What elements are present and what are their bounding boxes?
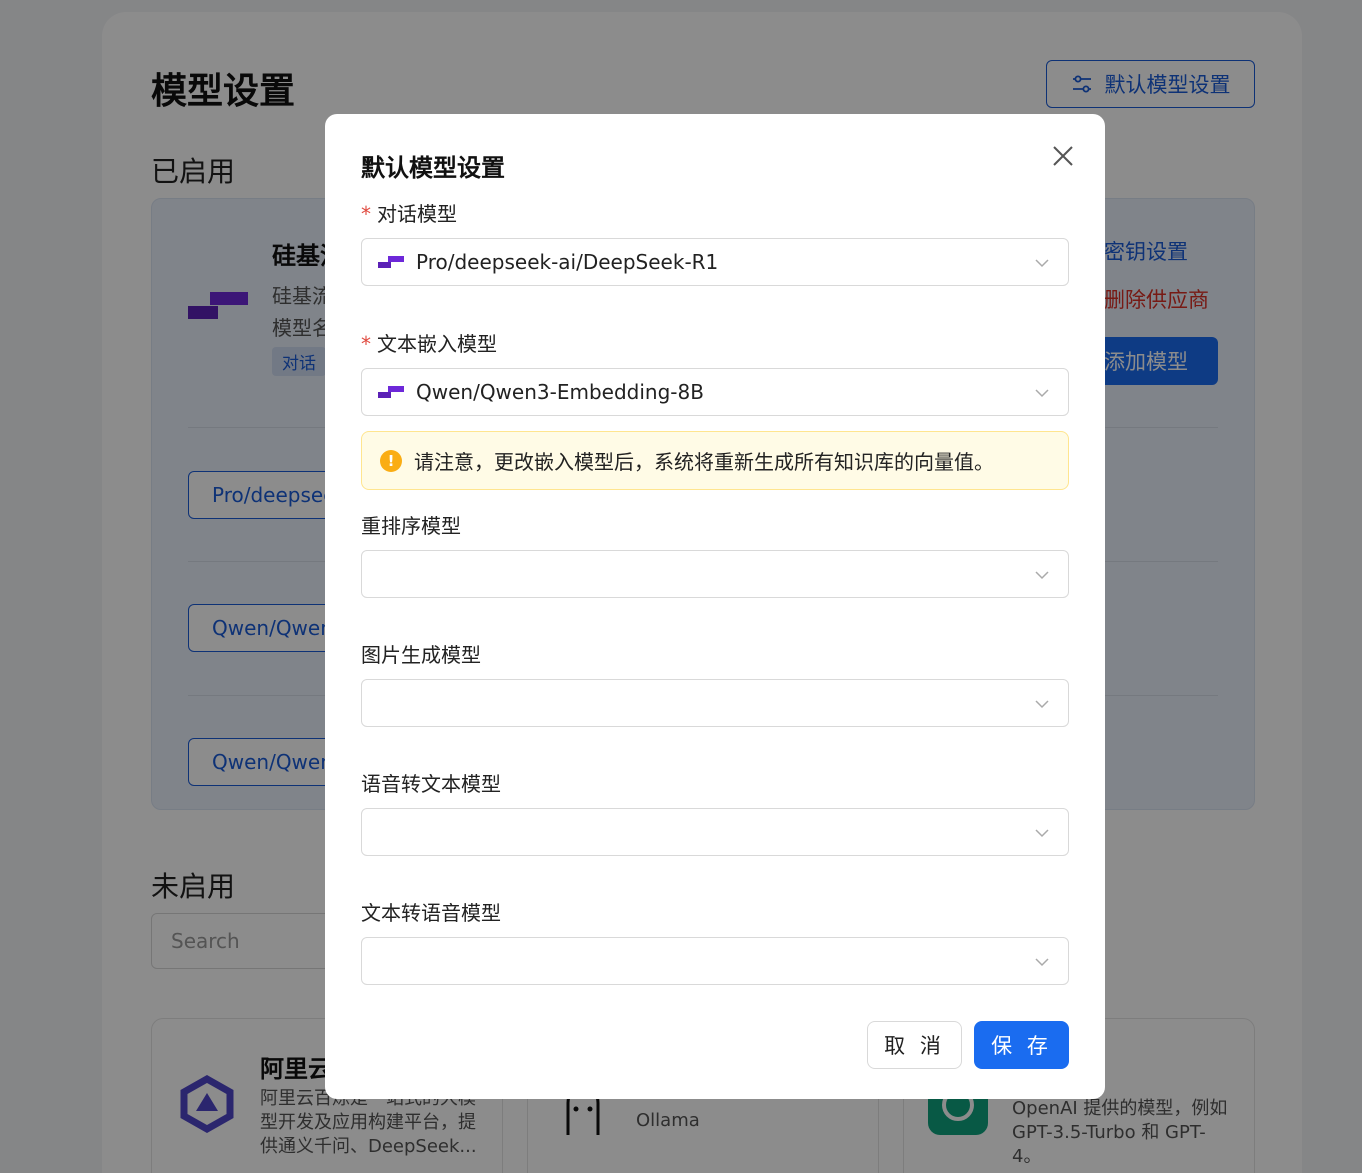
embedding-model-select[interactable]: Qwen/Qwen3-Embedding-8B — [361, 368, 1069, 416]
dialog-title: 默认模型设置 — [361, 154, 505, 182]
image-model-label: 图片生成模型 — [361, 643, 481, 667]
chevron-down-icon — [1035, 958, 1049, 967]
chevron-down-icon — [1035, 829, 1049, 838]
embedding-warning-alert: ! 请注意，更改嵌入模型后，系统将重新生成所有知识库的向量值。 — [361, 431, 1069, 490]
tts-model-select[interactable] — [361, 937, 1069, 985]
warning-text: 请注意，更改嵌入模型后，系统将重新生成所有知识库的向量值。 — [414, 450, 994, 474]
default-model-settings-dialog: 默认模型设置 * 对话模型 Pro/deepseek-ai/DeepSeek-R1… — [325, 114, 1105, 1099]
chevron-down-icon — [1035, 571, 1049, 580]
embedding-model-value: Qwen/Qwen3-Embedding-8B — [416, 380, 704, 404]
embedding-model-label-text: 文本嵌入模型 — [377, 332, 497, 356]
required-mark: * — [361, 202, 371, 226]
chevron-down-icon — [1035, 700, 1049, 709]
embedding-model-label: * 文本嵌入模型 — [361, 328, 497, 357]
chat-model-label: * 对话模型 — [361, 198, 457, 227]
rerank-model-select[interactable] — [361, 550, 1069, 598]
chat-model-select[interactable]: Pro/deepseek-ai/DeepSeek-R1 — [361, 238, 1069, 286]
chevron-down-icon — [1035, 389, 1049, 398]
warning-icon: ! — [380, 449, 402, 472]
chat-model-label-text: 对话模型 — [377, 202, 457, 226]
siliconflow-logo-icon — [378, 256, 404, 268]
siliconflow-logo-icon — [378, 386, 404, 398]
tts-model-label: 文本转语音模型 — [361, 901, 501, 925]
close-icon[interactable] — [1049, 142, 1077, 170]
chat-model-value: Pro/deepseek-ai/DeepSeek-R1 — [416, 250, 719, 274]
cancel-button[interactable]: 取 消 — [867, 1021, 962, 1069]
stt-model-select[interactable] — [361, 808, 1069, 856]
rerank-model-label: 重排序模型 — [361, 514, 461, 538]
save-button[interactable]: 保 存 — [974, 1021, 1069, 1069]
chevron-down-icon — [1035, 259, 1049, 268]
stt-model-label: 语音转文本模型 — [361, 772, 501, 796]
required-mark: * — [361, 332, 371, 356]
image-model-select[interactable] — [361, 679, 1069, 727]
